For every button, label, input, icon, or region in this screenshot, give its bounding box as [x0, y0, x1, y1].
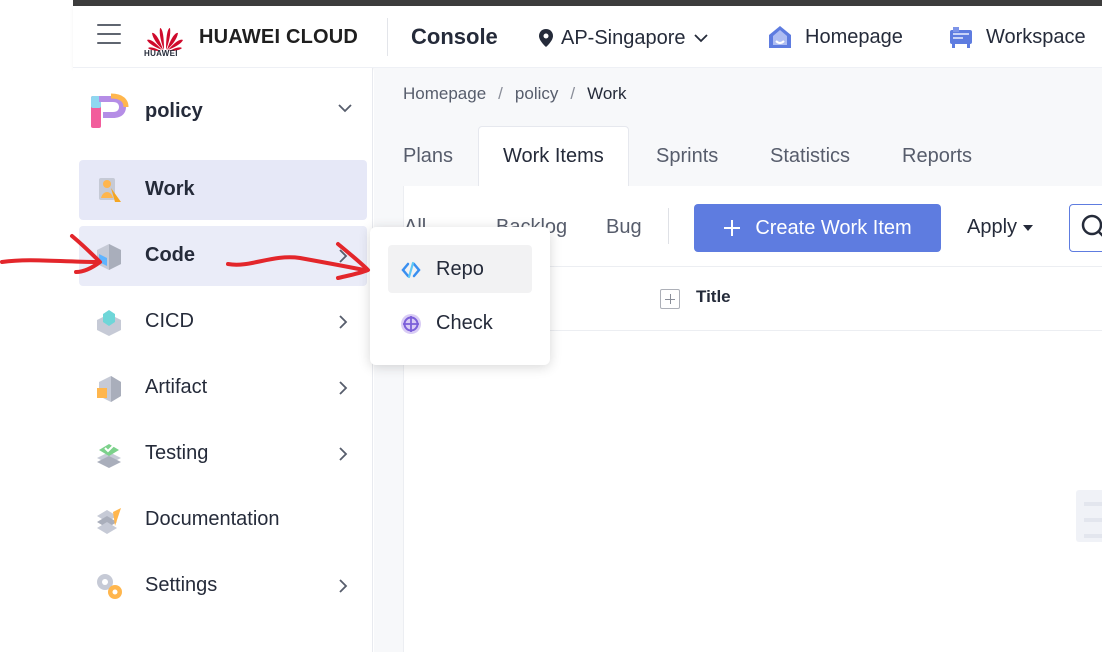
submenu-item-label: Check	[436, 312, 493, 334]
workspace-icon	[950, 27, 972, 48]
documentation-icon	[97, 508, 121, 534]
sidebar-item-work[interactable]: Work	[79, 160, 367, 220]
cicd-icon	[97, 310, 121, 336]
breadcrumb: Homepage / policy / Work	[403, 84, 626, 104]
sidebar-item-label: Testing	[145, 442, 209, 464]
menu-icon[interactable]	[97, 24, 121, 48]
create-work-item-label: Create Work Item	[755, 216, 912, 239]
repo-icon	[401, 261, 421, 279]
nav-homepage-label: Homepage	[805, 25, 903, 48]
nav-homepage[interactable]: Homepage	[767, 22, 903, 52]
submenu-item-check[interactable]: Check	[388, 299, 532, 347]
header-divider	[387, 18, 388, 56]
search-input[interactable]	[1069, 204, 1102, 252]
sidebar-item-testing[interactable]: Testing	[79, 424, 367, 484]
empty-state-icon	[1076, 490, 1102, 542]
sidebar-item-label: Documentation	[145, 508, 280, 530]
plus-icon	[724, 220, 741, 236]
region-selector[interactable]: AP-Singapore	[539, 24, 708, 52]
testing-icon	[97, 444, 121, 468]
breadcrumb-homepage[interactable]: Homepage	[403, 84, 486, 104]
console-title[interactable]: Console	[411, 24, 498, 50]
check-icon	[401, 314, 421, 334]
sidebar: policy Work Code CICD Artifact Testing D…	[73, 68, 373, 652]
breadcrumb-separator: /	[570, 84, 576, 103]
sidebar-item-label: CICD	[145, 310, 194, 332]
sidebar-item-label: Work	[145, 178, 195, 200]
region-label: AP-Singapore	[561, 26, 686, 49]
tab-reports[interactable]: Reports	[878, 126, 996, 186]
sidebar-item-artifact[interactable]: Artifact	[79, 358, 367, 418]
create-work-item-button[interactable]: Create Work Item	[694, 204, 941, 252]
add-column-icon[interactable]	[660, 289, 680, 309]
code-submenu: Repo Check	[370, 227, 550, 365]
nav-workspace-label: Workspace	[986, 25, 1086, 48]
tab-work-items[interactable]: Work Items	[478, 126, 629, 186]
chevron-right-icon	[339, 579, 348, 593]
tab-plans[interactable]: Plans	[379, 126, 477, 186]
sidebar-item-label: Settings	[145, 574, 218, 596]
tab-sprints[interactable]: Sprints	[632, 126, 742, 186]
nav-workspace[interactable]: Workspace	[948, 22, 1086, 52]
project-logo-icon	[91, 93, 129, 128]
home-icon	[769, 26, 791, 48]
sidebar-item-code[interactable]: Code	[79, 226, 367, 286]
project-selector[interactable]: policy	[89, 93, 357, 130]
settings-icon	[97, 574, 122, 599]
column-header-title[interactable]: Title	[696, 287, 731, 307]
breadcrumb-separator: /	[498, 84, 503, 103]
sidebar-item-settings[interactable]: Settings	[79, 556, 367, 616]
work-icon	[99, 178, 121, 202]
submenu-item-label: Repo	[436, 258, 484, 280]
breadcrumb-project[interactable]: policy	[515, 84, 558, 104]
chevron-down-icon	[693, 34, 708, 43]
breadcrumb-current: Work	[587, 84, 627, 103]
sidebar-item-cicd[interactable]: CICD	[79, 292, 367, 352]
brand-sub: HUAWEI	[144, 49, 178, 58]
chevron-right-icon	[339, 447, 348, 461]
location-pin-icon	[539, 29, 553, 47]
chevron-right-icon	[339, 315, 348, 329]
apply-label: Apply	[967, 216, 1018, 238]
tab-statistics[interactable]: Statistics	[746, 126, 874, 186]
sidebar-item-label: Artifact	[145, 376, 208, 398]
apply-dropdown[interactable]: Apply	[967, 216, 1034, 239]
filter-bug[interactable]: Bug	[606, 216, 642, 239]
brand-name: HUAWEI CLOUD	[199, 26, 359, 48]
search-icon	[1081, 214, 1102, 237]
sidebar-item-label: Code	[145, 244, 195, 266]
submenu-item-repo[interactable]: Repo	[388, 245, 532, 293]
project-name: policy	[145, 100, 203, 122]
toolbar-divider	[668, 208, 669, 244]
work-tabs: Plans Work Items Sprints Statistics Repo…	[374, 126, 1102, 186]
chevron-right-icon	[339, 249, 348, 263]
code-icon	[97, 244, 121, 270]
chevron-right-icon	[339, 381, 348, 395]
sidebar-item-documentation[interactable]: Documentation	[79, 490, 367, 550]
artifact-icon	[97, 376, 121, 402]
top-navbar: HUAWEI HUAWEI CLOUD Console AP-Singapore…	[73, 6, 1102, 68]
caret-down-icon	[1023, 224, 1034, 231]
chevron-down-icon	[338, 104, 352, 113]
